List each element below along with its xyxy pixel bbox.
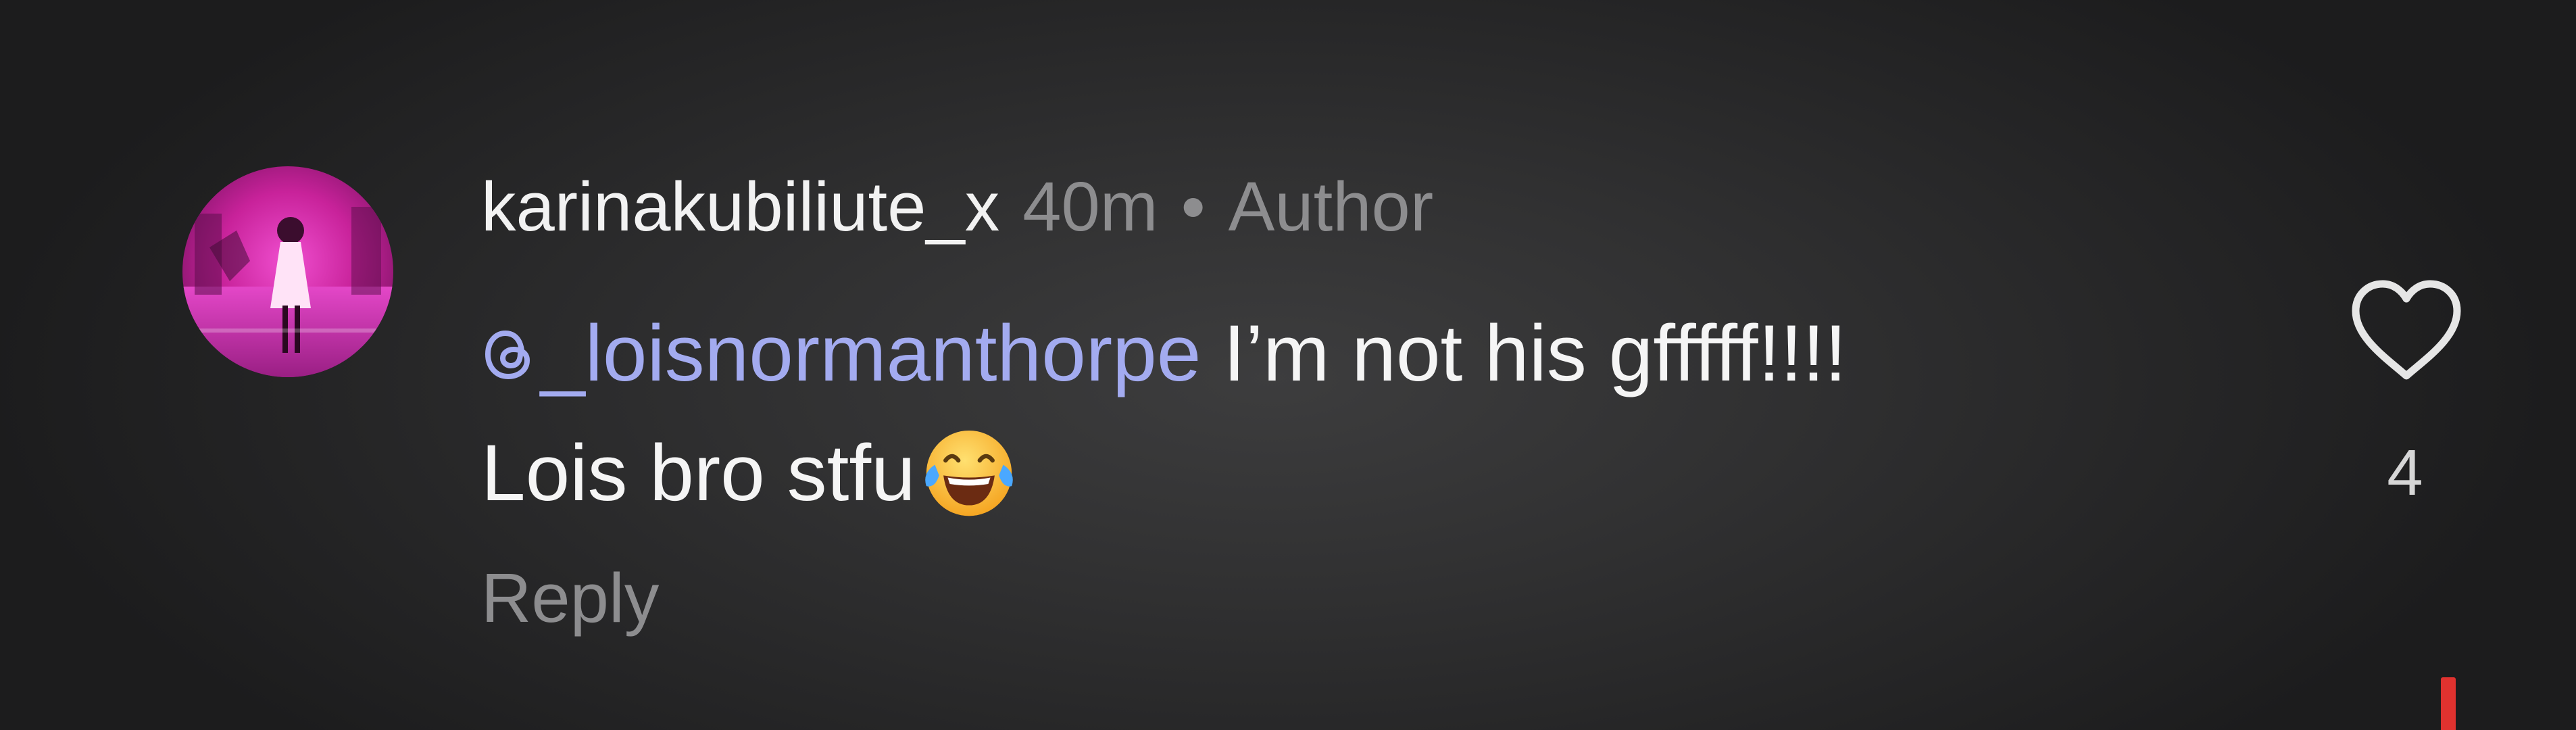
comment-header: karinakubiliute_x 40m • Author <box>481 166 1433 247</box>
separator-dot: • <box>1181 168 1206 245</box>
comment-screen: karinakubiliute_x 40m • Author _loisnormant… <box>0 0 2576 730</box>
comment-text-line-1: _loisnormanthorpe I’m not his gfffff!!!! <box>481 310 1847 397</box>
like-count: 4 <box>2387 437 2423 509</box>
comment-text-line-2: Lois bro stfu <box>481 418 1022 525</box>
comment-text-2: Lois bro stfu <box>481 429 916 518</box>
avatar[interactable] <box>182 166 393 377</box>
scroll-indicator <box>2441 677 2456 730</box>
mention-link[interactable]: _loisnormanthorpe <box>481 309 1201 398</box>
author-badge: Author <box>1228 168 1434 245</box>
reply-button[interactable]: Reply <box>481 554 659 642</box>
mention-username: _loisnormanthorpe <box>541 309 1202 398</box>
heart-outline-icon <box>2352 280 2461 380</box>
avatar-image <box>182 166 393 377</box>
like-button[interactable] <box>2348 276 2465 384</box>
face-with-tears-of-joy-icon <box>925 430 1013 516</box>
threads-icon <box>485 330 530 380</box>
timestamp: 40m <box>1022 168 1158 245</box>
username[interactable]: karinakubiliute_x <box>481 168 999 245</box>
comment-text-1: I’m not his gfffff!!!! <box>1201 309 1847 398</box>
